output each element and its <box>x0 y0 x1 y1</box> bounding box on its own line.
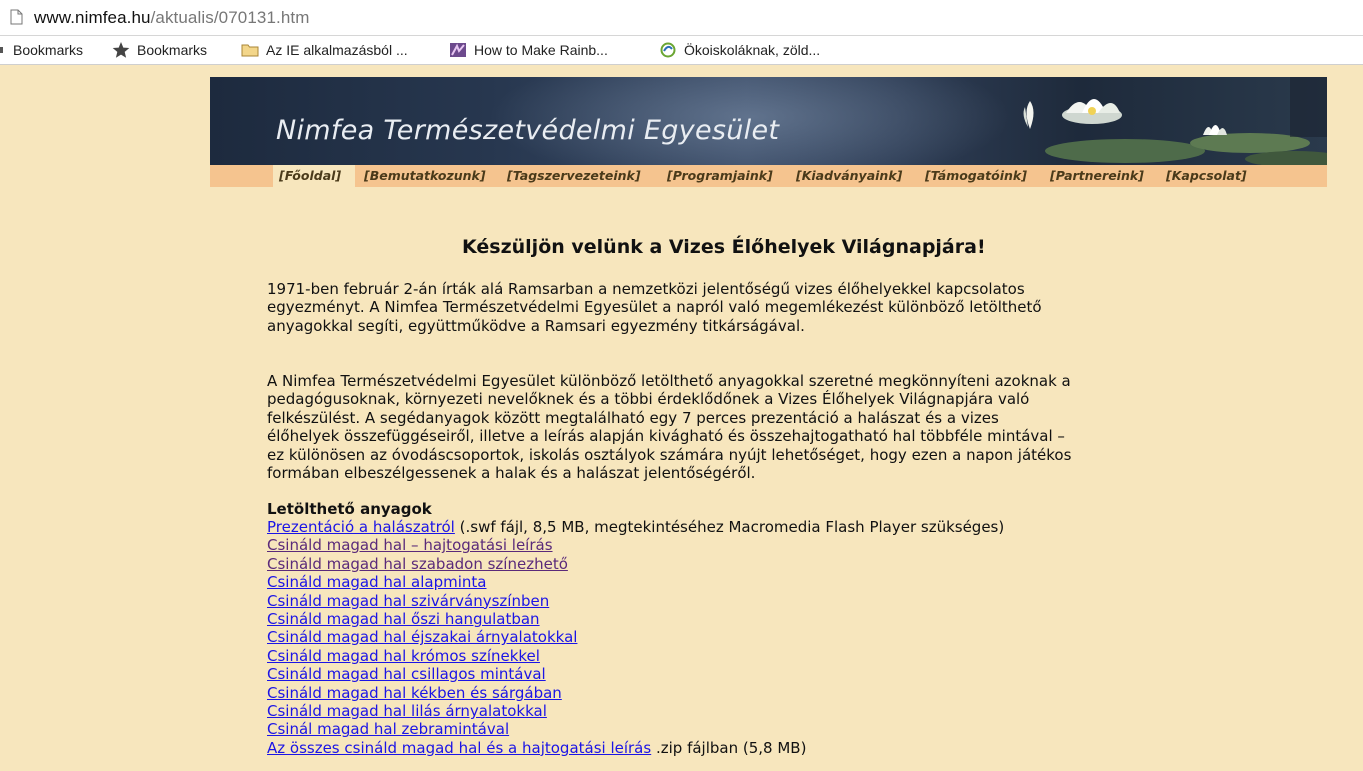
nav-item-bemutatkozunk[interactable]: [Bemutatkozunk] <box>364 168 486 183</box>
description-paragraph: A Nimfea Természetvédelmi Egyesület külö… <box>267 372 1277 482</box>
download-link-blue-yellow[interactable]: Csináld magad hal kékben és sárgában <box>267 684 562 702</box>
intro-paragraph: 1971-ben február 2-án írták alá Ramsarba… <box>267 280 1277 335</box>
download-item: Csináld magad hal alapminta <box>267 573 1004 591</box>
download-link-all-zip[interactable]: Az összes csináld magad hal és a hajtoga… <box>267 739 651 757</box>
paragraph-line: ez különösen az óvodáscsoportok, iskolás… <box>267 445 1072 464</box>
nav-item-programjaink[interactable]: [Programjaink] <box>667 168 773 183</box>
bookmark-item-okoiskola[interactable]: Ökoiskoláknak, zöld... <box>659 42 820 58</box>
bookmarks-menu-icon <box>0 42 6 58</box>
bookmarks-bar: Bookmarks Bookmarks Az IE alkalmazásból … <box>0 36 1363 65</box>
url-host: www.nimfea.hu <box>34 8 151 27</box>
paragraph-line: egyezményt. A Nimfea Természetvédelmi Eg… <box>267 298 1042 317</box>
paragraph-line: élőhelyek összefüggéseiről, illetve a le… <box>267 427 1065 446</box>
bookmark-label: Bookmarks <box>137 42 208 58</box>
download-link-zebra[interactable]: Csinál magad hal zebramintával <box>267 720 509 738</box>
paragraph-line: formában elbeszélgessenek a halak és a h… <box>267 464 756 483</box>
download-item: Csináld magad hal csillagos mintával <box>267 665 1004 683</box>
download-item: Csinál magad hal zebramintával <box>267 720 1004 738</box>
eco-favicon <box>659 42 677 58</box>
download-link-purple[interactable]: Csináld magad hal lilás árnyalatokkal <box>267 702 547 720</box>
bookmark-label: Az IE alkalmazásból ... <box>266 42 408 58</box>
download-item: Csináld magad hal lilás árnyalatokkal <box>267 702 1004 720</box>
download-item: Csináld magad hal őszi hangulatban <box>267 610 1004 628</box>
paragraph-line: 1971-ben február 2-án írták alá Ramsarba… <box>267 280 1025 298</box>
downloads-heading: Letölthető anyagok <box>267 500 432 518</box>
download-item: Csináld magad hal – hajtogatási leírás <box>267 536 1004 554</box>
bookmark-label: Ökoiskoláknak, zöld... <box>684 42 821 58</box>
download-note: (.swf fájl, 8,5 MB, megtekintéséhez Macr… <box>454 518 1005 536</box>
url-text[interactable]: www.nimfea.hu/aktualis/070131.htm <box>34 8 309 28</box>
download-item: Csináld magad hal szabadon színezhető <box>267 555 1004 573</box>
bookmark-label: How to Make Rainb... <box>474 42 608 58</box>
download-link-autumn[interactable]: Csináld magad hal őszi hangulatban <box>267 610 540 628</box>
bookmark-item-bookmarks[interactable]: Bookmarks <box>112 42 207 58</box>
download-link-stars[interactable]: Csináld magad hal csillagos mintával <box>267 665 546 683</box>
paragraph-line: anyagokkal segíti, együttműködve a Ramsa… <box>267 316 805 335</box>
download-note: .zip fájlban (5,8 MB) <box>651 738 807 757</box>
address-bar[interactable]: www.nimfea.hu/aktualis/070131.htm <box>0 0 1363 36</box>
site-title: Nimfea Természetvédelmi Egyesület <box>276 115 780 146</box>
folder-icon <box>241 42 259 58</box>
bookmark-label: Bookmarks <box>13 42 84 58</box>
main-nav: [Főoldal] [Bemutatkozunk] [Tagszervezete… <box>210 165 1327 187</box>
bookmark-item-ie-folder[interactable]: Az IE alkalmazásból ... <box>241 42 408 58</box>
page-icon <box>10 9 23 25</box>
nav-item-kiadvanyaink[interactable]: [Kiadványaink] <box>796 168 902 183</box>
download-item: Csináld magad hal szivárványszínben <box>267 592 1004 610</box>
download-item: Csináld magad hal krómos színekkel <box>267 647 1004 665</box>
download-link-folding-guide[interactable]: Csináld magad hal – hajtogatási leírás <box>267 536 553 554</box>
paragraph-line: pedagógusoknak, környezeti nevelőknek és… <box>267 390 1030 409</box>
site-favicon <box>449 42 467 58</box>
download-item: Az összes csináld magad hal és a hajtoga… <box>267 739 1004 757</box>
download-item: Csináld magad hal éjszakai árnyalatokkal <box>267 628 1004 646</box>
download-link-colorable[interactable]: Csináld magad hal szabadon színezhető <box>267 555 568 573</box>
download-link-rainbow[interactable]: Csináld magad hal szivárványszínben <box>267 592 549 610</box>
paragraph-line: felkészülést. A segédanyagok között megt… <box>267 408 999 427</box>
star-icon <box>112 42 130 58</box>
bookmark-item-bookmarks-menu[interactable]: Bookmarks <box>0 42 83 58</box>
nav-item-partnereink[interactable]: [Partnereink] <box>1050 168 1144 183</box>
bookmark-item-rainbow[interactable]: How to Make Rainb... <box>449 42 608 58</box>
download-item: Prezentáció a halászatról (.swf fájl, 8,… <box>267 518 1004 536</box>
nav-item-tamogatoink[interactable]: [Támogatóink] <box>925 168 1027 183</box>
site-banner: Nimfea Természetvédelmi Egyesület <box>210 77 1327 165</box>
download-link-chrome[interactable]: Csináld magad hal krómos színekkel <box>267 647 540 665</box>
download-item: Csináld magad hal kékben és sárgában <box>267 684 1004 702</box>
downloads-list: Prezentáció a halászatról (.swf fájl, 8,… <box>267 518 1004 757</box>
nav-item-kapcsolat[interactable]: [Kapcsolat] <box>1166 168 1247 183</box>
nav-item-fooldal[interactable]: [Főoldal] <box>279 168 341 183</box>
download-link-basic[interactable]: Csináld magad hal alapminta <box>267 573 487 591</box>
download-link-presentation[interactable]: Prezentáció a halászatról <box>267 518 455 536</box>
nav-item-tagszervezeteink[interactable]: [Tagszervezeteink] <box>507 168 641 183</box>
url-path: /aktualis/070131.htm <box>150 8 310 27</box>
paragraph-line: A Nimfea Természetvédelmi Egyesület külö… <box>267 372 1071 390</box>
download-link-night[interactable]: Csináld magad hal éjszakai árnyalatokkal <box>267 628 577 646</box>
article-headline: Készüljön velünk a Vizes Élőhelyek Világ… <box>462 236 986 258</box>
